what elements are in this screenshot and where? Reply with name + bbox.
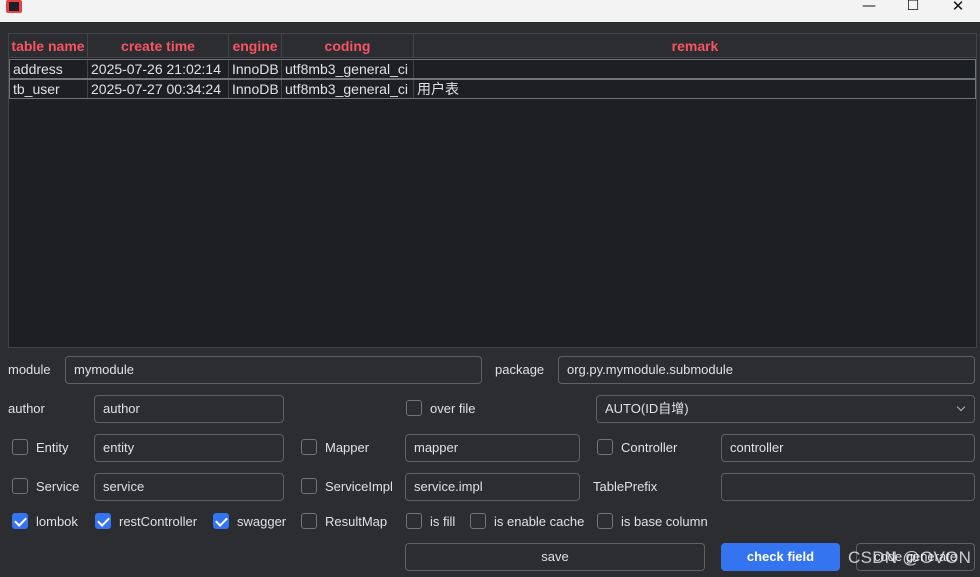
author-input[interactable]: author	[94, 395, 284, 423]
serviceimpl-label: ServiceImpl	[325, 479, 393, 494]
over-file-checkbox[interactable]	[406, 400, 422, 416]
serviceimpl-checkbox[interactable]	[301, 478, 317, 494]
table-list[interactable]: table name create time engine coding rem…	[8, 33, 977, 348]
cell-engine: InnoDB	[229, 80, 282, 98]
swagger-label: swagger	[237, 514, 287, 529]
module-label: module	[8, 362, 51, 377]
check-field-button[interactable]: check field	[721, 543, 840, 571]
entity-label: Entity	[36, 440, 69, 455]
column-header-remark[interactable]: remark	[414, 34, 976, 58]
watermark: CSDN @OVON	[848, 548, 972, 567]
is-fill-label: is fill	[430, 514, 456, 529]
lombok-checkbox[interactable]	[12, 513, 28, 529]
resultmap-label: ResultMap	[325, 514, 388, 529]
cell-create-time: 2025-07-27 00:34:24	[88, 80, 229, 98]
entity-input[interactable]: entity	[94, 434, 284, 462]
cell-create-time: 2025-07-26 21:02:14	[88, 60, 229, 78]
minimize-button[interactable]: —	[846, 0, 892, 22]
enable-cache-checkbox[interactable]	[470, 513, 486, 529]
swagger-checkbox[interactable]	[213, 513, 229, 529]
mapper-input[interactable]: mapper	[405, 434, 580, 462]
maximize-button[interactable]: ☐	[890, 0, 936, 22]
cell-coding: utf8mb3_general_ci	[282, 80, 414, 98]
close-button[interactable]: ✕	[935, 0, 980, 22]
column-header-coding[interactable]: coding	[282, 34, 414, 58]
serviceimpl-input[interactable]: service.impl	[405, 473, 580, 501]
over-file-label: over file	[430, 401, 476, 416]
cell-coding: utf8mb3_general_ci	[282, 60, 414, 78]
controller-input[interactable]: controller	[721, 434, 975, 462]
table-row[interactable]: address 2025-07-26 21:02:14 InnoDB utf8m…	[9, 59, 976, 79]
table-header: table name create time engine coding rem…	[9, 34, 976, 58]
lombok-label: lombok	[36, 514, 78, 529]
tableprefix-input[interactable]	[721, 473, 975, 501]
is-fill-checkbox[interactable]	[406, 513, 422, 529]
table-row[interactable]: tb_user 2025-07-27 00:34:24 InnoDB utf8m…	[9, 79, 976, 99]
service-label: Service	[36, 479, 80, 494]
package-input[interactable]: org.py.mymodule.submodule	[558, 356, 975, 384]
title-bar: — ☐ ✕	[0, 0, 980, 22]
id-type-select[interactable]: AUTO(ID自增)	[596, 395, 975, 423]
tableprefix-label: TablePrefix	[593, 479, 658, 494]
restcontroller-label: restController	[119, 514, 198, 529]
app-logo-icon	[6, 0, 22, 13]
service-input[interactable]: service	[94, 473, 284, 501]
base-column-label: is base column	[621, 514, 708, 529]
controller-checkbox[interactable]	[597, 439, 613, 455]
service-checkbox[interactable]	[12, 478, 28, 494]
cell-remark	[414, 60, 975, 78]
chevron-down-icon	[956, 402, 966, 412]
cell-table-name: address	[10, 60, 88, 78]
mapper-checkbox[interactable]	[301, 439, 317, 455]
restcontroller-checkbox[interactable]	[95, 513, 111, 529]
resultmap-checkbox[interactable]	[301, 513, 317, 529]
column-header-engine[interactable]: engine	[229, 34, 282, 58]
cell-remark: 用户表	[417, 81, 459, 97]
column-header-table-name[interactable]: table name	[9, 34, 88, 58]
module-input[interactable]: mymodule	[65, 356, 482, 384]
package-label: package	[495, 362, 545, 377]
save-button[interactable]: save	[405, 543, 705, 571]
mapper-label: Mapper	[325, 440, 370, 455]
enable-cache-label: is enable cache	[494, 514, 585, 529]
author-label: author	[8, 401, 45, 416]
entity-checkbox[interactable]	[12, 439, 28, 455]
cell-engine: InnoDB	[229, 60, 282, 78]
column-header-create-time[interactable]: create time	[88, 34, 229, 58]
cell-table-name: tb_user	[10, 80, 88, 98]
base-column-checkbox[interactable]	[597, 513, 613, 529]
id-type-value: AUTO(ID自增)	[605, 401, 689, 416]
controller-label: Controller	[621, 440, 678, 455]
